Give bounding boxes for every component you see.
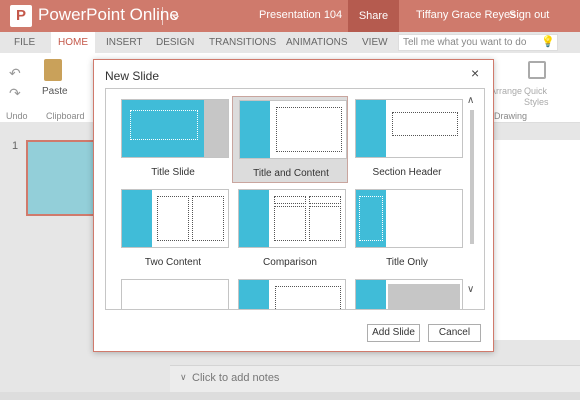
content-placeholder <box>275 286 341 309</box>
layout-name: Title Slide <box>151 167 195 178</box>
layout-accent <box>240 101 270 158</box>
scroll-up-icon[interactable]: ∧ <box>467 95 474 106</box>
layout-preview <box>355 99 463 158</box>
layout-preview <box>238 189 346 248</box>
layout-title-slide[interactable]: Title Slide <box>115 96 231 183</box>
layout-preview <box>238 279 346 309</box>
content-placeholder <box>276 107 342 152</box>
layout-accent <box>239 280 269 309</box>
layout-section-header[interactable]: Section Header <box>349 96 465 183</box>
layout-comparison[interactable]: Comparison <box>232 186 348 273</box>
heading-placeholder <box>274 196 306 204</box>
layout-two-content[interactable]: Two Content <box>115 186 231 273</box>
layout-name: Two Content <box>144 257 202 268</box>
layout-gallery: Title Slide Title and Content Section He… <box>105 88 485 310</box>
add-slide-button[interactable]: Add Slide <box>367 324 420 342</box>
cancel-button[interactable]: Cancel <box>428 324 481 342</box>
gallery-scrollbar[interactable] <box>470 110 474 244</box>
content-placeholder <box>274 206 306 241</box>
layout-title-only[interactable]: Title Only <box>349 186 465 273</box>
content-placeholder <box>309 206 341 241</box>
layout-accent <box>356 280 386 309</box>
layout-name: Title and Content <box>253 168 329 179</box>
layout-band <box>204 100 228 157</box>
title-placeholder <box>130 110 198 140</box>
layout-name: Comparison <box>263 257 317 268</box>
layout-picture-with-caption[interactable] <box>349 276 465 309</box>
layout-preview <box>355 189 463 248</box>
layout-name: Section Header <box>372 167 442 178</box>
scroll-down-icon[interactable]: ∨ <box>467 284 474 295</box>
picture-placeholder <box>388 284 460 309</box>
layout-preview <box>239 100 347 159</box>
layout-accent <box>122 190 152 247</box>
close-icon[interactable]: × <box>471 65 479 81</box>
content-placeholder <box>157 196 189 241</box>
layout-accent <box>356 100 386 157</box>
new-slide-dialog: New Slide × Title Slide Title and Conten… <box>93 59 494 352</box>
heading-placeholder <box>309 196 341 204</box>
layout-preview <box>121 189 229 248</box>
content-placeholder <box>192 196 224 241</box>
layout-preview <box>121 279 229 309</box>
dialog-title: New Slide <box>105 69 160 83</box>
layout-preview <box>355 279 463 309</box>
layout-name: Title Only <box>386 257 428 268</box>
layout-blank[interactable] <box>115 276 231 309</box>
layout-preview <box>121 99 229 158</box>
layout-title-and-content[interactable]: Title and Content <box>232 96 348 183</box>
header-placeholder <box>392 112 458 136</box>
title-placeholder <box>359 196 383 241</box>
layout-accent <box>239 190 269 247</box>
layout-content-with-caption[interactable] <box>232 276 348 309</box>
